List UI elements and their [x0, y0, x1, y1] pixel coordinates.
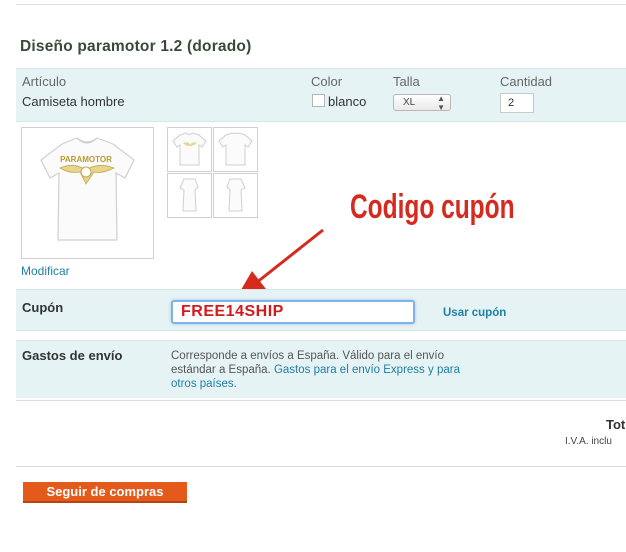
header-article: Artículo	[22, 74, 67, 89]
coupon-input[interactable]: FREE14SHIP	[171, 300, 415, 324]
thumbnail-front[interactable]	[167, 127, 212, 172]
article-name: Camiseta hombre	[22, 94, 125, 109]
thumbnail-left-side[interactable]	[167, 173, 212, 218]
tshirt-back-thumb-icon	[218, 132, 253, 166]
top-divider	[16, 4, 626, 5]
coupon-annotation-text: Codigo cupón	[350, 188, 515, 226]
coupon-code-value: FREE14SHIP	[181, 303, 284, 320]
tshirt-left-thumb-icon	[179, 178, 199, 212]
cart-item-band: Artículo Color Talla Cantidad Camiseta h…	[16, 68, 626, 122]
continue-shopping-button[interactable]: Seguir de compras	[23, 482, 187, 503]
shipping-divider	[16, 400, 626, 401]
thumbnail-right-side[interactable]	[213, 173, 258, 218]
header-quantity: Cantidad	[500, 74, 553, 89]
shipping-label: Gastos de envío	[22, 348, 123, 363]
color-swatch-checkbox[interactable]	[312, 94, 325, 107]
tax-included-label: I.V.A. inclu	[565, 436, 612, 447]
product-main-image[interactable]: PARAMOTOR	[21, 127, 154, 259]
thumbnail-back[interactable]	[213, 127, 258, 172]
size-value: XL	[403, 97, 416, 108]
tshirt-front-image: PARAMOTOR	[40, 137, 135, 241]
select-arrows-icon: ▲ ▼	[437, 94, 445, 112]
totals-divider	[16, 466, 626, 467]
color-value: blanco	[328, 94, 367, 109]
tshirt-front-thumb-icon	[172, 132, 207, 166]
header-color: Color	[311, 74, 343, 89]
size-select[interactable]: XL ▲ ▼	[393, 94, 451, 112]
shirt-print-text: PARAMOTOR	[60, 155, 112, 164]
product-title: Diseño paramotor 1.2 (dorado)	[20, 38, 252, 55]
total-label: Tot	[606, 417, 626, 432]
shipping-description: Corresponde a envíos a España. Válido pa…	[171, 349, 471, 391]
header-size: Talla	[393, 74, 420, 89]
quantity-input[interactable]: 2	[500, 93, 534, 113]
modify-link[interactable]: Modificar	[21, 264, 70, 278]
tshirt-right-thumb-icon	[226, 178, 246, 212]
coupon-label: Cupón	[22, 300, 64, 315]
use-coupon-link[interactable]: Usar cupón	[443, 307, 506, 319]
